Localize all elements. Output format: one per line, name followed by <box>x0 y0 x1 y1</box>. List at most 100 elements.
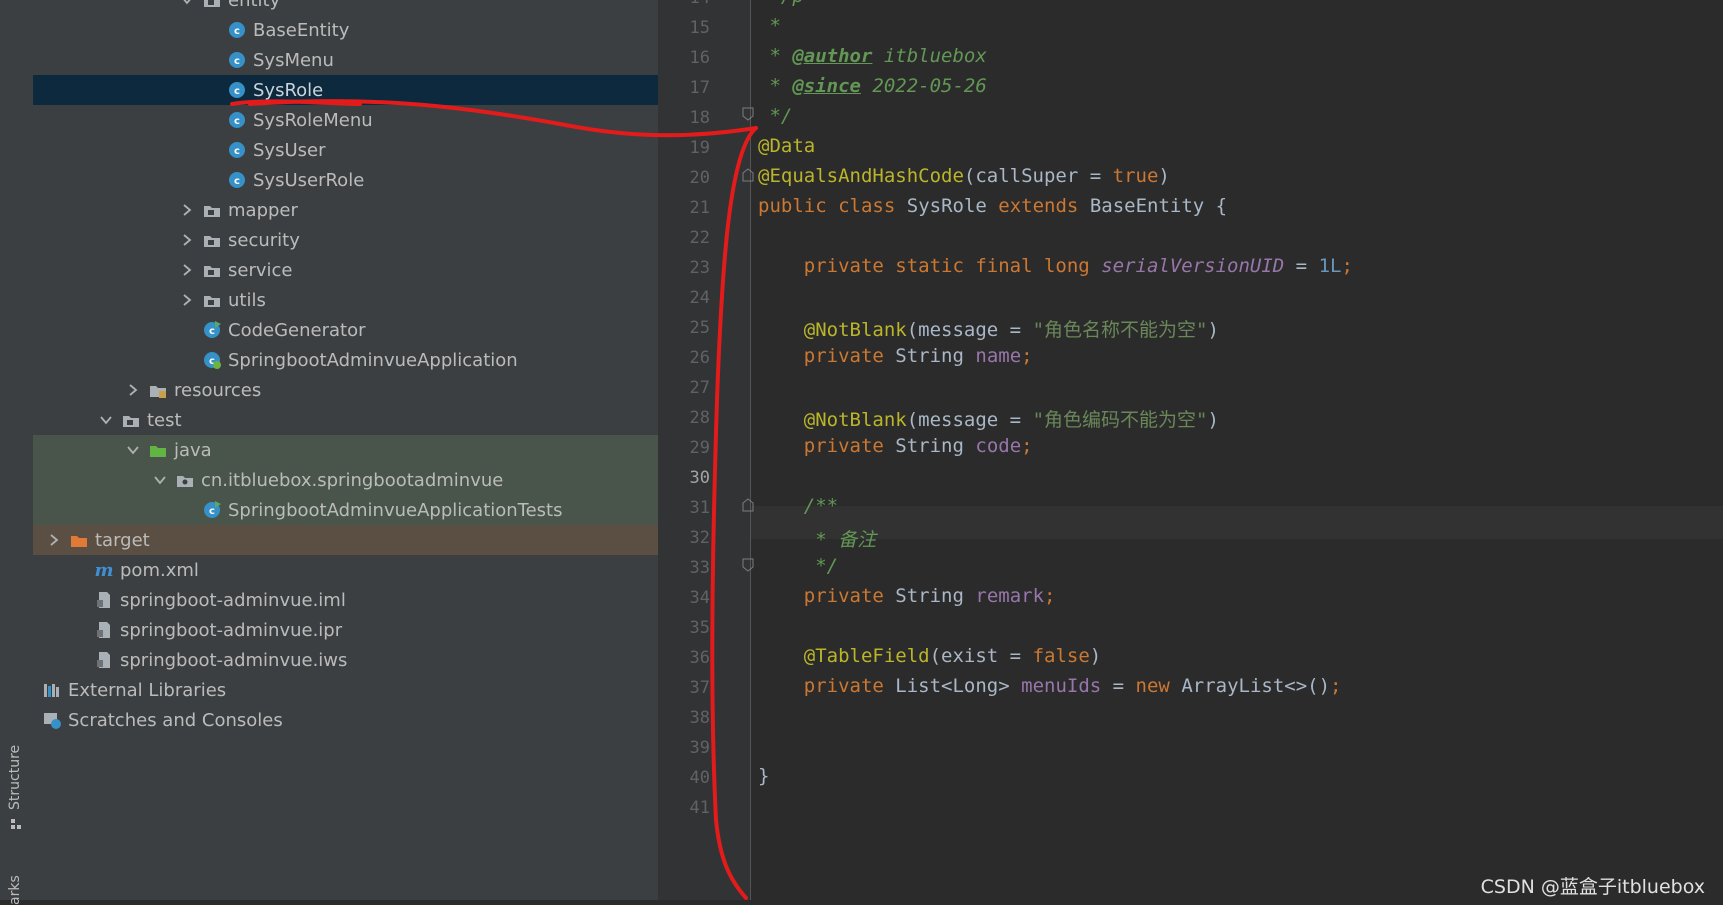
fold-end-icon[interactable] <box>742 107 754 121</box>
code-editor[interactable]: 14 15 16 17 18 19 20 21 22 23 24 25 26 27 28 29 30 31 32 33… <box>658 0 1723 900</box>
code-line[interactable]: @TableField(exist = false) <box>758 645 1101 667</box>
code-line[interactable]: @NotBlank(message = "角色编码不能为空") <box>758 405 1219 432</box>
chevron-right-icon[interactable] <box>180 263 194 277</box>
doc-comment: * <box>758 15 781 37</box>
tree-item-entity[interactable]: entity <box>33 0 658 15</box>
tree-item-sysrole[interactable]: c SysRole <box>33 75 658 105</box>
semicolon: ; <box>1330 675 1342 697</box>
code-text: (message = <box>906 319 1033 341</box>
keyword: class <box>838 195 896 217</box>
keyword: private <box>803 435 884 457</box>
tree-item-java[interactable]: java <box>33 435 658 465</box>
bookmarks-tool-tab[interactable]: arks <box>7 875 23 905</box>
tree-item-springboot-adminvue-iml[interactable]: springboot-adminvue.iml <box>33 585 658 615</box>
code-line[interactable]: @EqualsAndHashCode(callSuper = true) <box>758 165 1170 187</box>
tree-item-sysuserrole[interactable]: c SysUserRole <box>33 165 658 195</box>
tree-item-pom-xml[interactable]: m pom.xml <box>33 555 658 585</box>
tree-item-label: springboot-adminvue.ipr <box>120 619 343 641</box>
structure-icon[interactable] <box>10 818 22 830</box>
line-number: 18 <box>689 108 710 128</box>
chevron-down-icon[interactable] <box>126 443 140 457</box>
doc-comment: */p <box>758 0 803 7</box>
fold-start-icon[interactable] <box>742 498 754 512</box>
tree-item-springbootadminvueapplication[interactable]: c SpringbootAdminvueApplication <box>33 345 658 375</box>
chevron-right-icon[interactable] <box>180 203 194 217</box>
chevron-right-icon[interactable] <box>47 533 61 547</box>
tree-item-security[interactable]: security <box>33 225 658 255</box>
tree-item-external-libraries[interactable]: External Libraries <box>33 675 658 705</box>
code-line[interactable]: private static final long serialVersionU… <box>758 255 1353 277</box>
type-name: String <box>895 345 964 367</box>
tree-item-label: test <box>147 409 182 431</box>
doc-tag: @since <box>792 75 861 97</box>
doc-comment: 2022-05-26 <box>860 75 987 97</box>
code-line[interactable]: public class SysRole extends BaseEntity … <box>758 195 1227 217</box>
code-line[interactable]: private List<Long> menuIds = new ArrayLi… <box>758 675 1342 697</box>
code-line[interactable]: private String name; <box>758 345 1033 367</box>
code-line[interactable]: * <box>758 15 781 37</box>
tree-item-cn-itbluebox-springbootadminvue[interactable]: cn.itbluebox.springbootadminvue <box>33 465 658 495</box>
type-name: String <box>895 585 964 607</box>
line-number: 14 <box>658 0 710 8</box>
code-line[interactable]: @NotBlank(message = "角色名称不能为空") <box>758 315 1219 342</box>
tree-item-scratches-and-consoles[interactable]: Scratches and Consoles <box>33 705 658 735</box>
code-line[interactable]: */ <box>758 105 792 127</box>
code-line[interactable]: * 备注 <box>758 525 876 552</box>
doc-comment: * 备注 <box>803 529 877 551</box>
tree-item-target[interactable]: target <box>33 525 658 555</box>
tree-item-codegenerator[interactable]: c CodeGenerator <box>33 315 658 345</box>
chevron-right-icon[interactable] <box>180 293 194 307</box>
line-number: 40 <box>689 768 710 788</box>
tree-item-springboot-adminvue-iws[interactable]: springboot-adminvue.iws <box>33 645 658 675</box>
tool-window-strip: Structure arks <box>0 0 34 905</box>
chevron-down-icon[interactable] <box>180 0 194 7</box>
line-number: 33 <box>689 558 710 578</box>
tree-item-label: SysMenu <box>253 49 334 71</box>
code-line[interactable]: private String remark; <box>758 585 1056 607</box>
code-line[interactable]: * @author itbluebox <box>758 45 987 67</box>
line-number: 15 <box>689 18 710 38</box>
class-icon: c <box>229 22 245 38</box>
svg-text:c: c <box>234 116 240 127</box>
class-icon: c <box>229 142 245 158</box>
tree-item-springbootadminvueapplicationtests[interactable]: c SpringbootAdminvueApplicationTests <box>33 495 658 525</box>
tree-item-sysuser[interactable]: c SysUser <box>33 135 658 165</box>
code-line[interactable]: * @since 2022-05-26 <box>758 75 987 97</box>
keyword: private <box>803 585 884 607</box>
tree-item-utils[interactable]: utils <box>33 285 658 315</box>
line-number: 29 <box>689 438 710 458</box>
tree-item-baseentity[interactable]: c BaseEntity <box>33 15 658 45</box>
doc-comment: itbluebox <box>872 45 987 67</box>
fold-start-icon[interactable] <box>742 168 754 182</box>
tree-item-springboot-adminvue-ipr[interactable]: springboot-adminvue.ipr <box>33 615 658 645</box>
tree-item-service[interactable]: service <box>33 255 658 285</box>
tree-item-test[interactable]: test <box>33 405 658 435</box>
tree-item-mapper[interactable]: mapper <box>33 195 658 225</box>
chevron-right-icon[interactable] <box>33 713 34 727</box>
chevron-right-icon[interactable] <box>126 383 140 397</box>
keyword: private <box>803 675 884 697</box>
tree-item-sysmenu[interactable]: c SysMenu <box>33 45 658 75</box>
code-line[interactable]: /** <box>758 495 838 517</box>
chevron-right-icon[interactable] <box>180 233 194 247</box>
chevron-down-icon[interactable] <box>99 413 113 427</box>
package-icon <box>177 476 193 487</box>
tree-item-resources[interactable]: resources <box>33 375 658 405</box>
code-line[interactable]: } <box>758 765 769 787</box>
chevron-right-icon[interactable] <box>33 683 34 697</box>
code-text: (message = <box>906 409 1033 431</box>
chevron-down-icon[interactable] <box>153 473 167 487</box>
code-line[interactable]: */p <box>758 0 803 7</box>
code-line[interactable]: private String code; <box>758 435 1033 457</box>
structure-tool-tab[interactable]: Structure <box>7 745 23 810</box>
doc-comment: /** <box>803 495 839 517</box>
code-line[interactable]: */ <box>758 555 838 577</box>
annotation: @NotBlank <box>803 409 907 431</box>
code-line[interactable]: @Data <box>758 135 815 157</box>
fold-end-icon[interactable] <box>742 558 754 572</box>
tree-item-sysrolemenu[interactable]: c SysRoleMenu <box>33 105 658 135</box>
resources-folder-icon <box>150 386 166 398</box>
